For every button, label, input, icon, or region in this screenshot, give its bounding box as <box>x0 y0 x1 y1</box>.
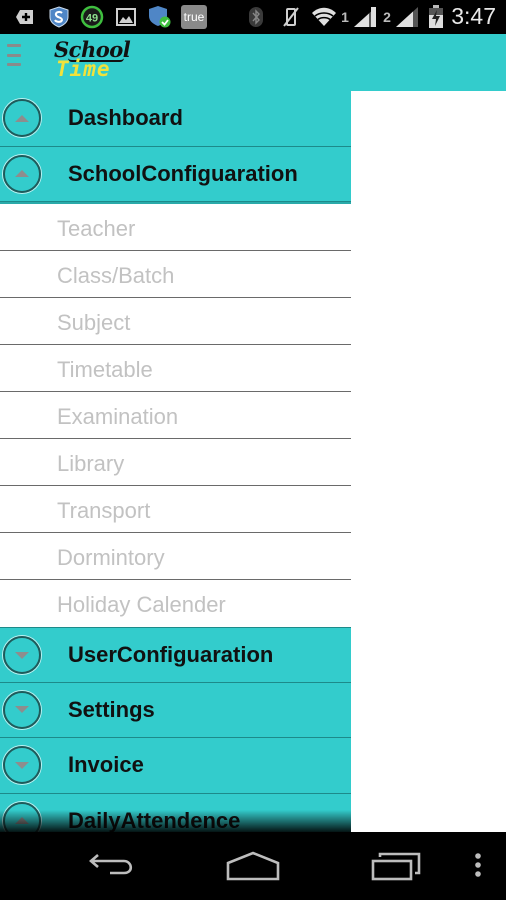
home-button[interactable] <box>223 848 283 884</box>
signal-sim1-icon <box>352 6 378 28</box>
app-bar: School Time <box>0 34 506 91</box>
submenu-label: Teacher <box>57 216 136 241</box>
collapse-arrow-up-icon[interactable] <box>3 154 41 193</box>
main-content-pane[interactable] <box>351 91 506 832</box>
submenu-label: Class/Batch <box>57 263 175 288</box>
group-label: Settings <box>68 696 155 722</box>
submenu-label: Examination <box>57 404 179 429</box>
drawer-group-user-configuration[interactable]: UserConfiguaration <box>0 627 351 683</box>
home-icon <box>226 851 280 881</box>
shield-check-icon <box>148 6 172 28</box>
bluetooth-icon <box>248 6 264 28</box>
battery-level-circle-icon: 49 <box>80 5 104 29</box>
submenu-label: Holiday Calender <box>57 592 226 617</box>
battery-charging-icon <box>428 5 444 28</box>
school-configuration-submenu: Teacher Class/Batch Subject Timetable Ex… <box>0 202 351 627</box>
app-logo[interactable]: School Time <box>54 37 134 87</box>
app-screen: School Time Dashboard SchoolConfiguarati… <box>0 34 506 832</box>
group-label: Invoice <box>68 752 144 778</box>
submenu-item-class-batch[interactable]: Class/Batch <box>0 251 351 298</box>
submenu-item-examination[interactable]: Examination <box>0 392 351 439</box>
system-navigation-bar <box>0 832 506 900</box>
sim2-label: 2 <box>383 9 391 25</box>
shield-s-icon <box>48 6 70 28</box>
hamburger-icon[interactable] <box>7 44 21 66</box>
submenu-label: Library <box>57 451 125 476</box>
svg-text:49: 49 <box>86 13 98 25</box>
submenu-item-holiday-calendar[interactable]: Holiday Calender <box>0 580 351 627</box>
drawer-group-invoice[interactable]: Invoice <box>0 738 351 794</box>
expand-arrow-down-icon[interactable] <box>3 690 41 729</box>
drawer-group-daily-attendance[interactable]: DailyAttendence <box>0 793 351 832</box>
submenu-item-dormitory[interactable]: Dormintory <box>0 533 351 580</box>
vibrate-off-icon <box>282 6 300 28</box>
back-arrow-icon <box>89 854 133 875</box>
collapse-arrow-up-icon[interactable] <box>3 99 41 137</box>
overflow-menu-button[interactable] <box>458 848 498 884</box>
submenu-label: Transport <box>57 498 151 523</box>
status-bar: 49 true 1 2 3:47 <box>0 0 506 34</box>
logo-time-text: Time <box>56 57 111 81</box>
sim1-label: 1 <box>341 9 349 25</box>
drawer-group-school-configuration[interactable]: SchoolConfiguaration <box>0 146 351 202</box>
submenu-label: Timetable <box>57 357 153 382</box>
submenu-item-library[interactable]: Library <box>0 439 351 486</box>
expand-arrow-down-icon[interactable] <box>3 746 41 784</box>
overflow-dots-icon <box>475 853 481 877</box>
recent-apps-button[interactable] <box>366 848 426 884</box>
drawer-group-dashboard[interactable]: Dashboard <box>0 91 351 147</box>
submenu-item-timetable[interactable]: Timetable <box>0 345 351 392</box>
submenu-label: Subject <box>57 310 131 335</box>
group-label: DailyAttendence <box>68 807 241 832</box>
group-label: SchoolConfiguaration <box>68 160 298 186</box>
add-notification-icon <box>15 6 35 28</box>
back-button[interactable] <box>83 848 143 884</box>
drawer-group-settings[interactable]: Settings <box>0 682 351 738</box>
submenu-item-transport[interactable]: Transport <box>0 486 351 533</box>
recent-apps-icon <box>371 852 421 881</box>
submenu-item-subject[interactable]: Subject <box>0 298 351 345</box>
wifi-icon <box>310 6 338 28</box>
clock-time: 3:47 <box>451 3 496 29</box>
image-icon <box>116 6 136 28</box>
group-label: Dashboard <box>68 105 183 131</box>
navigation-drawer: Dashboard SchoolConfiguaration Teacher C… <box>0 91 351 832</box>
group-label: UserConfiguaration <box>68 641 274 667</box>
submenu-item-teacher[interactable]: Teacher <box>0 204 351 251</box>
submenu-label: Dormintory <box>57 545 165 570</box>
expand-arrow-down-icon[interactable] <box>3 636 41 674</box>
true-badge-icon: true <box>181 5 207 29</box>
signal-sim2-icon <box>394 6 420 28</box>
collapse-arrow-up-icon[interactable] <box>3 801 41 832</box>
